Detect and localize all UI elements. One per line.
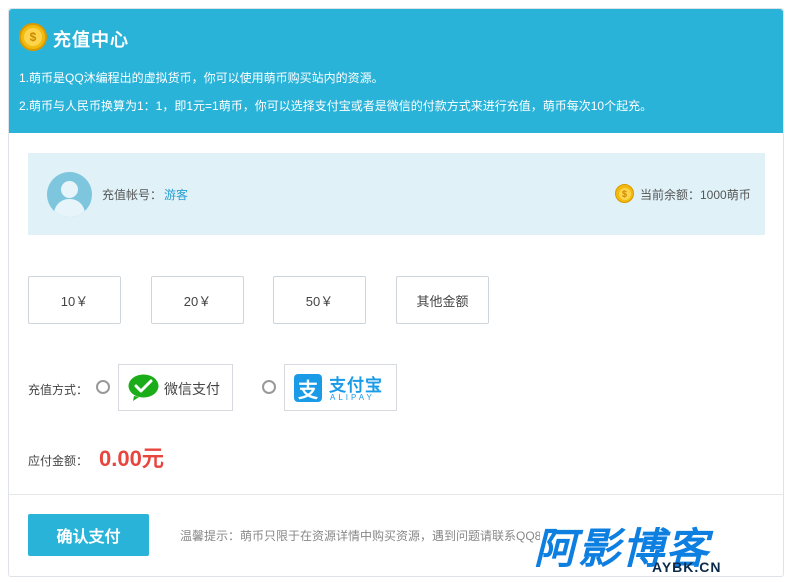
amount-option-10[interactable]: 10￥ (28, 276, 121, 324)
amount-option-20[interactable]: 20￥ (151, 276, 244, 324)
alipay-option[interactable]: 支 支付宝 ALIPAY (284, 364, 397, 411)
divider (9, 494, 783, 495)
wechat-icon (128, 374, 159, 401)
account-username[interactable]: 游客 (164, 186, 188, 203)
balance-coin-icon: $ (615, 184, 634, 203)
alipay-radio[interactable] (262, 380, 276, 394)
recharge-panel: $ 充值中心 1.萌币是QQ沐编程出的虚拟货币，你可以使用萌币购买站内的资源。 … (8, 8, 784, 577)
avatar (47, 172, 92, 217)
account-box: 充值帐号： 游客 $ 当前余额：1000萌币 (28, 153, 765, 235)
watermark-logo: 阿影博客 AYBK.CN (534, 525, 722, 575)
wechat-pay-label: 微信支付 (164, 381, 220, 397)
info-line-2: 2.萌币与人民币换算为1：1，即1元=1萌币，你可以选择支付宝或者是微信的付款方… (19, 99, 653, 113)
amount-option-other[interactable]: 其他金额 (396, 276, 489, 324)
alipay-sub-label: ALIPAY (330, 393, 375, 402)
info-line-1: 1.萌币是QQ沐编程出的虚拟货币，你可以使用萌币购买站内的资源。 (19, 71, 384, 85)
balance-text: 当前余额：1000萌币 (640, 188, 751, 202)
account-label: 充值帐号： (102, 188, 163, 202)
amount-option-50[interactable]: 50￥ (273, 276, 366, 324)
amount-due-value: 0.00元 (99, 446, 164, 471)
coin-icon: $ (19, 23, 47, 51)
page-title: 充值中心 (53, 30, 129, 50)
header-banner: $ 充值中心 1.萌币是QQ沐编程出的虚拟货币，你可以使用萌币购买站内的资源。 … (9, 9, 783, 133)
payment-method-label: 充值方式： (28, 383, 89, 397)
wechat-pay-option[interactable]: 微信支付 (118, 364, 233, 411)
alipay-icon: 支 (294, 374, 322, 402)
wechat-radio[interactable] (96, 380, 110, 394)
tip-text: 温馨提示：萌币只限于在资源详情中购买资源，遇到问题请联系QQ81 (180, 529, 540, 543)
amount-due-label: 应付金额： (28, 454, 89, 468)
confirm-pay-button[interactable]: 确认支付 (28, 514, 149, 556)
